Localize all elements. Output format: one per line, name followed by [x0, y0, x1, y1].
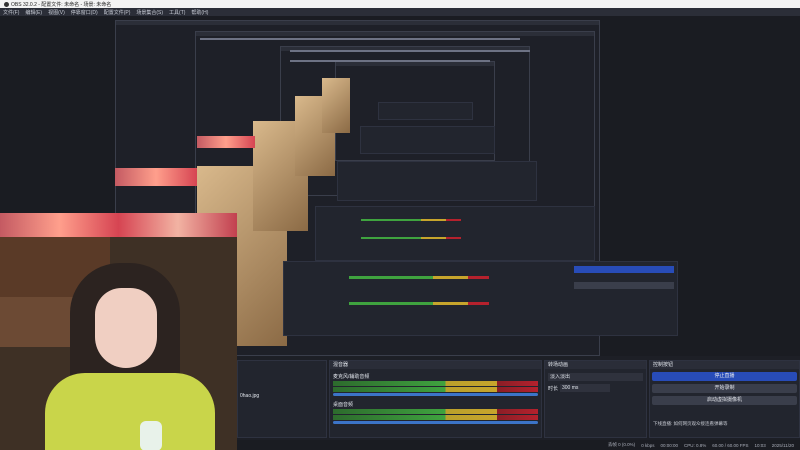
track-name: 桌面音频: [333, 402, 354, 408]
nested-toolbar: [200, 38, 520, 40]
volume-meter: [333, 415, 538, 420]
wall-reflection: [322, 78, 350, 133]
clock: 10:03: [754, 442, 766, 448]
menu-bar: 文件(F) 编辑(E) 视图(V) 停靠窗口(D) 配置文件(P) 场景集合(S…: [0, 8, 800, 16]
transitions-panel: 转场动画 淡入淡出 时长 300 ms: [544, 360, 647, 438]
stream-time: 00:00:00: [660, 442, 678, 448]
mixer-panel: 混音器 麦克风/辅助音频 桌面音频: [329, 360, 542, 438]
webcam-feed: [0, 213, 237, 450]
person-face: [95, 288, 157, 368]
date: 2025/11/20: [771, 442, 794, 448]
person-sweater: [45, 373, 215, 450]
microphone: [140, 421, 162, 450]
bitrate: 0 kbps: [641, 442, 655, 448]
mixer-track: 麦克风/辅助音频: [333, 373, 538, 396]
sources-panel: 0hao.jpg: [237, 360, 327, 438]
controls-title: 控制按钮: [650, 361, 799, 369]
transition-select[interactable]: 淡入淡出: [548, 373, 643, 381]
menu-view[interactable]: 视图(V): [48, 9, 65, 16]
controls-panel: 控制按钮 停止直播 开始录制 启动虚拟摄像机 下线直播: 如何网页观众接连看弹幕…: [649, 360, 800, 438]
status-bar: 丢帧 0 (0.0%) 0 kbps 00:00:00 CPU: 0.8% 60…: [237, 440, 800, 450]
volume-meter: [333, 381, 538, 386]
nested-dock: [378, 102, 473, 120]
volume-meter: [333, 387, 538, 392]
banner-reflection: [115, 168, 197, 186]
stop-streaming-button[interactable]: 停止直播: [652, 372, 797, 381]
menu-tools[interactable]: 工具(T): [169, 9, 185, 16]
notice-text: 下线直播: 如何网页观众接连看弹幕等: [653, 421, 728, 426]
nested-dock: [337, 161, 537, 201]
menu-help[interactable]: 帮助(H): [191, 9, 208, 16]
start-recording-button[interactable]: 开始录制: [652, 384, 797, 393]
duration-input[interactable]: 300 ms: [560, 384, 610, 392]
volume-slider[interactable]: [333, 421, 538, 424]
nested-toolbar: [290, 60, 490, 62]
title-bar: OBS 32.0.2 - 配置文件: 未命名 - 场景: 未命名: [0, 0, 800, 8]
fps: 60.00 / 60.00 FPS: [712, 442, 749, 448]
nested-toolbar: [290, 50, 530, 52]
nested-dock: [315, 206, 595, 261]
bottom-dock: 0hao.jpg 混音器 麦克风/辅助音频 桌面音频 转场动画 淡入淡出 时长 …: [237, 356, 800, 440]
mixer-title: 混音器: [330, 361, 541, 369]
duration-label: 时长: [548, 386, 559, 392]
track-name: 麦克风/辅助音频: [333, 374, 370, 380]
banner-reflection: [197, 136, 255, 148]
volume-meter: [333, 409, 538, 414]
cpu-usage: CPU: 0.8%: [683, 442, 707, 448]
menu-edit[interactable]: 编辑(E): [25, 9, 42, 16]
start-virtual-camera-button[interactable]: 启动虚拟摄像机: [652, 396, 797, 405]
window-title: OBS 32.0.2 - 配置文件: 未命名 - 场景: 未命名: [11, 1, 112, 8]
volume-slider[interactable]: [333, 393, 538, 396]
dropped-frames: 丢帧 0 (0.0%): [607, 442, 636, 447]
decor-banner: [0, 213, 237, 237]
obs-logo-icon: [4, 1, 9, 7]
menu-docks[interactable]: 停靠窗口(D): [71, 9, 98, 16]
nested-dock: [283, 261, 678, 336]
mixer-track: 桌面音频: [333, 401, 538, 424]
menu-scene-collection[interactable]: 场景集合(S): [136, 9, 163, 16]
menu-file[interactable]: 文件(F): [3, 9, 19, 16]
transitions-title: 转场动画: [545, 361, 646, 369]
source-item[interactable]: 0hao.jpg: [240, 393, 259, 399]
nested-dock: [360, 126, 495, 154]
menu-profile[interactable]: 配置文件(P): [104, 9, 131, 16]
